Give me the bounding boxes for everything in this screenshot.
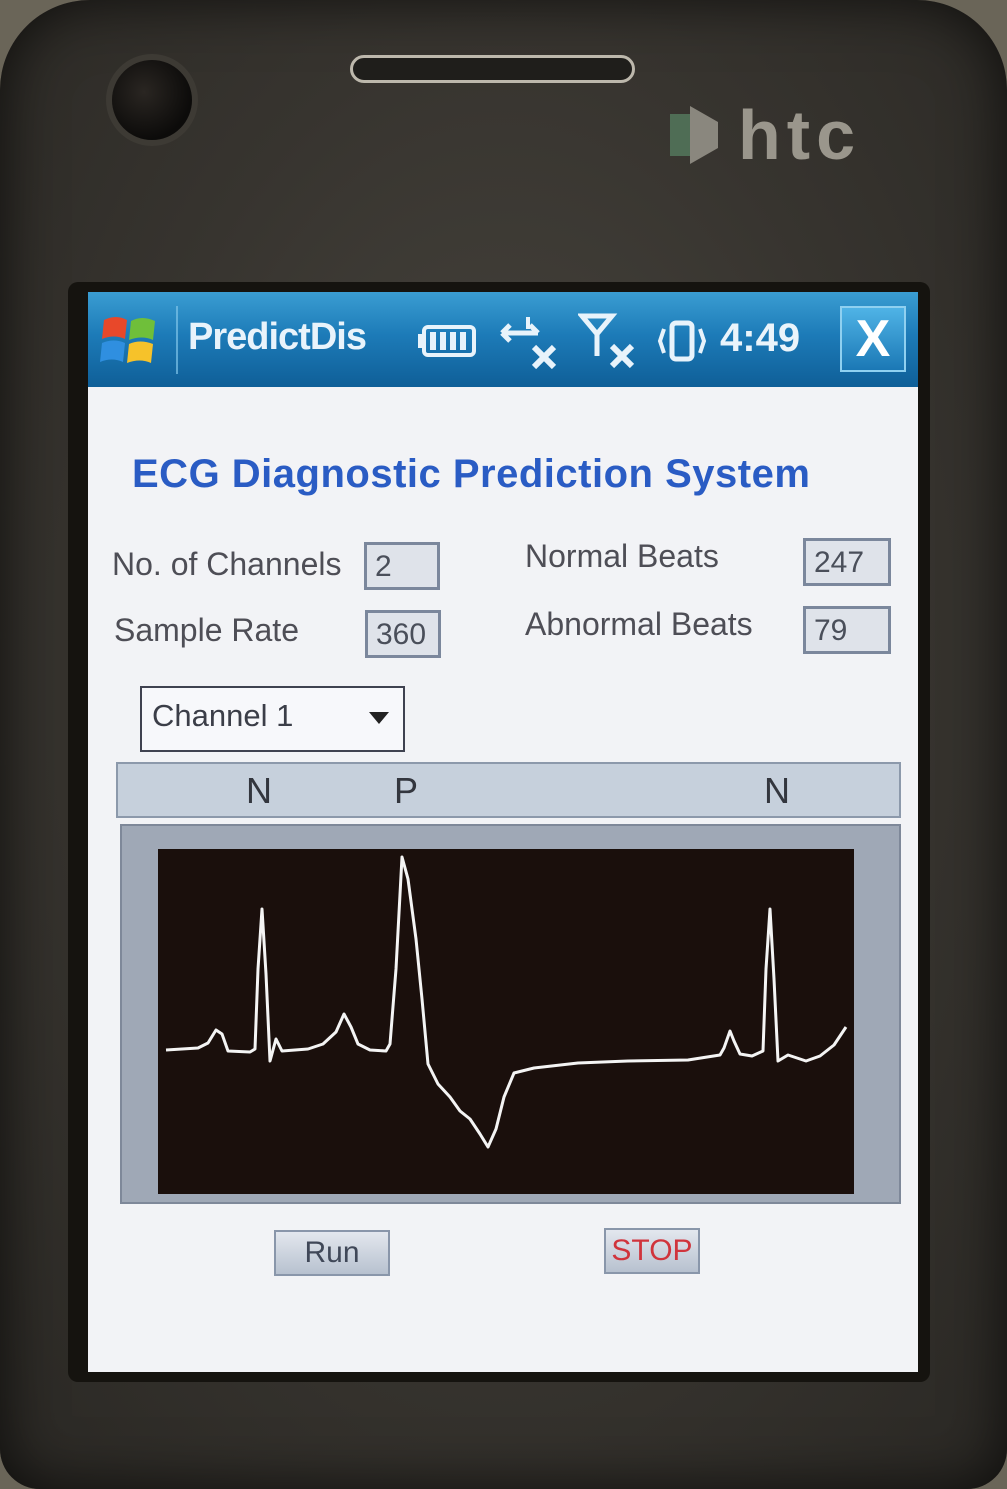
front-camera (112, 60, 192, 140)
stop-button[interactable]: STOP (604, 1228, 700, 1274)
sample-rate-field[interactable]: 360 (365, 610, 441, 658)
run-button[interactable]: Run (274, 1230, 390, 1276)
clock[interactable]: 4:49 (720, 316, 800, 361)
status-icons (418, 312, 710, 374)
battery-icon[interactable] (418, 321, 480, 365)
screen: PredictDis 4:49 X ECG Diagnostic Predict… (88, 292, 918, 1372)
beat-label: N (246, 770, 272, 811)
ecg-waveform (165, 855, 848, 1149)
brand-mark-icon (660, 100, 730, 170)
titlebar-divider (176, 306, 178, 374)
ecg-trace (165, 855, 848, 1149)
app-title: PredictDis (188, 316, 367, 358)
normal-beats-label: Normal Beats (525, 538, 719, 574)
channels-label: No. of Channels (112, 546, 342, 582)
abnormal-beats-field[interactable]: 79 (803, 606, 891, 654)
channels-field[interactable]: 2 (364, 542, 440, 590)
ecg-waveform-panel (158, 849, 854, 1194)
brand-text: htc (738, 96, 861, 174)
earpiece-speaker (350, 55, 635, 83)
page-title: ECG Diagnostic Prediction System (132, 452, 811, 496)
brand-logo: htc (660, 95, 861, 175)
signal-off-icon[interactable] (576, 312, 636, 374)
sample-rate-label: Sample Rate (114, 612, 299, 648)
windows-flag-icon (100, 317, 155, 363)
vibrate-icon[interactable] (654, 317, 710, 369)
beat-label: P (394, 770, 419, 811)
channel-dropdown-value: Channel 1 (152, 698, 294, 733)
phone-body: htc PredictDis 4:49 X ECG Diagnostic Pre… (0, 0, 1007, 1489)
close-button[interactable]: X (840, 306, 906, 372)
beat-label-bar: N P N (116, 762, 901, 818)
normal-beats-field[interactable]: 247 (803, 538, 891, 586)
channel-dropdown[interactable]: Channel 1 (140, 686, 405, 752)
abnormal-beats-label: Abnormal Beats (525, 606, 753, 642)
title-bar: PredictDis 4:49 X (88, 292, 918, 387)
windows-start-button[interactable] (98, 310, 160, 372)
beat-label: N (764, 770, 790, 811)
connectivity-icon[interactable] (498, 313, 560, 373)
chevron-down-icon[interactable] (369, 712, 389, 724)
